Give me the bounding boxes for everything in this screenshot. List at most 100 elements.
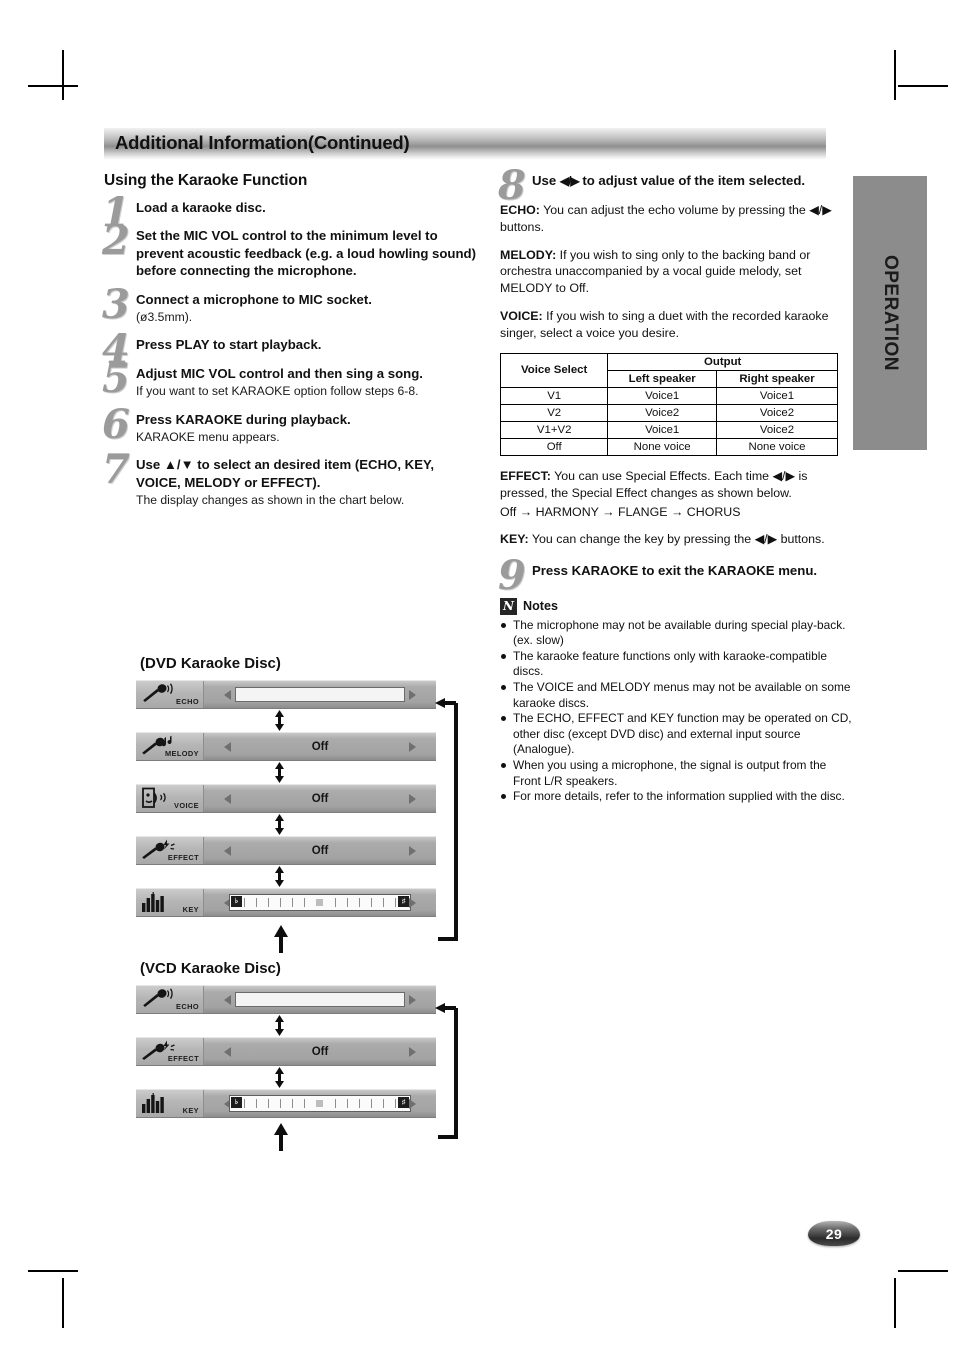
crop-mark-bottom-right (894, 1278, 896, 1328)
step-number: 5 (102, 354, 130, 402)
key-level-slider[interactable]: ♭ ♯ (229, 1095, 411, 1112)
dvd-osd-rows: ECHO MELODY Off VOICE Off EFFECT Off KEY… (136, 680, 460, 953)
osd-body: Off (204, 733, 436, 760)
step-6: 6 Press KARAOKE during playback. KARAOKE… (102, 404, 480, 446)
step-heading: Adjust MIC VOL control and then sing a s… (136, 365, 423, 381)
key-bars-glyph (142, 1093, 164, 1113)
cell-voice-select: V1+V2 (499, 420, 609, 439)
right-arrow-icon[interactable] (409, 1098, 416, 1109)
osd-caption: MELODY (164, 749, 199, 758)
right-column: 8 Use ◀/▶ to adjust value of the item se… (498, 166, 856, 805)
osd-caption: ECHO (176, 1002, 199, 1011)
key-paragraph: KEY: You can change the key by pressing … (500, 531, 856, 548)
osd-row-effect[interactable]: EFFECT Off (136, 836, 436, 865)
table-row: V1+V2 Voice1 Voice2 (499, 420, 839, 439)
key-flat-marker: ♭ (231, 1097, 242, 1108)
key-level-slider[interactable]: ♭ ♯ (229, 894, 411, 911)
right-arrow-icon[interactable] (409, 1046, 416, 1057)
crop-mark-top-left-h (28, 85, 78, 87)
melody-paragraph: MELODY: If you wish to sing only to the … (500, 247, 856, 298)
cell-left-speaker: Voice2 (607, 403, 717, 422)
key-center-marker (316, 1100, 324, 1107)
tick (268, 1099, 270, 1108)
osd-row-melody[interactable]: MELODY Off (136, 732, 436, 761)
step-heading: Set the MIC VOL control to the minimum l… (136, 228, 476, 279)
echo-level-bar[interactable] (235, 687, 405, 702)
th-voice-select: Voice Select (499, 352, 609, 388)
double-arrow-vertical-icon (275, 866, 284, 887)
echo-level-bar[interactable] (235, 992, 405, 1007)
key-label: KEY: (500, 532, 529, 547)
document-page: Additional Information(Continued) OPERAT… (0, 0, 954, 1351)
osd-body (204, 681, 436, 708)
left-arrow-icon[interactable] (224, 845, 231, 856)
double-arrow-vertical-icon (275, 762, 284, 783)
osd-body (204, 986, 436, 1013)
notes-list: The microphone may not be available duri… (500, 618, 856, 805)
step-7: 7 Use ▲/▼ to select an desired item (ECH… (102, 450, 480, 508)
osd-caption: EFFECT (167, 1054, 199, 1063)
table-row: V2 Voice2 Voice2 (499, 403, 839, 422)
osd-caption: ECHO (176, 697, 199, 706)
cell-left-speaker: Voice1 (607, 386, 717, 405)
step-number: 7 (102, 446, 130, 494)
osd-value: Off (311, 844, 329, 857)
echo-text: You can adjust the echo volume by pressi… (500, 202, 832, 234)
cell-voice-select: V1 (499, 386, 609, 405)
key-bars-glyph (142, 892, 164, 912)
tick (244, 1099, 245, 1108)
cell-right-speaker: Voice2 (715, 420, 839, 439)
left-arrow-icon[interactable] (224, 994, 231, 1005)
left-arrow-icon[interactable] (224, 741, 231, 752)
right-arrow-icon[interactable] (409, 793, 416, 804)
left-arrow-icon[interactable] (224, 793, 231, 804)
voice-label: VOICE: (500, 309, 543, 324)
tick (346, 1099, 348, 1108)
voice-face-icon: VOICE (136, 785, 204, 812)
table-header-row-1: Voice Select Output (499, 352, 838, 388)
step-number: 2 (102, 217, 130, 265)
th-left-speaker: Left speaker (607, 369, 717, 388)
dvd-diagram-title: (DVD Karaoke Disc) (140, 655, 281, 672)
effect-sequence: Off → HARMONY → FLANGE → CHORUS (500, 504, 741, 519)
tick (304, 898, 306, 907)
right-arrow-icon[interactable] (409, 994, 416, 1005)
right-arrow-icon[interactable] (409, 845, 416, 856)
osd-row-key[interactable]: KEY ♭ ♯ (136, 888, 436, 917)
tick (358, 898, 360, 907)
table-row: V1 Voice1 Voice1 (499, 386, 839, 405)
osd-row-voice[interactable]: VOICE Off (136, 784, 436, 813)
effect-label: EFFECT: (500, 468, 551, 483)
voice-text: If you wish to sing a duet with the reco… (500, 309, 829, 340)
right-arrow-icon[interactable] (409, 741, 416, 752)
osd-row-echo[interactable]: ECHO (136, 680, 436, 709)
osd-value: Off (311, 740, 329, 753)
right-arrow-icon[interactable] (409, 897, 416, 908)
osd-body: Off (204, 837, 436, 864)
dvd-loop-arrow-up (274, 925, 288, 953)
double-arrow-vertical-icon (275, 1067, 284, 1088)
osd-row-key[interactable]: KEY ♭ ♯ (136, 1089, 436, 1118)
crop-mark-bottom-right-h (898, 1270, 948, 1272)
step-heading: Press PLAY to start playback. (136, 337, 322, 353)
left-arrow-icon[interactable] (224, 689, 231, 700)
key-tick-marks (244, 1098, 396, 1109)
voice-face-glyph (142, 787, 166, 808)
right-arrow-icon[interactable] (409, 689, 416, 700)
section-heading: Using the Karaoke Function (104, 172, 308, 189)
tick (280, 1099, 282, 1108)
step-4: 4 Press PLAY to start playback. (102, 330, 480, 370)
osd-body: ♭ ♯ (204, 1090, 436, 1117)
double-arrow-vertical-icon (275, 1015, 284, 1036)
osd-row-echo[interactable]: ECHO (136, 985, 436, 1014)
step-8: 8 Use ◀/▶ to adjust value of the item se… (498, 166, 856, 206)
cell-right-speaker: Voice2 (715, 403, 839, 422)
tick (370, 1099, 372, 1108)
osd-caption: KEY (182, 1106, 199, 1115)
list-item: For more details, refer to the informati… (500, 789, 856, 805)
left-arrow-icon[interactable] (224, 1046, 231, 1057)
osd-connector (136, 813, 460, 836)
osd-row-effect[interactable]: EFFECT Off (136, 1037, 436, 1066)
osd-connector (136, 1014, 460, 1037)
step-3: 3 Connect a microphone to MIC socket. (ø… (102, 284, 480, 326)
